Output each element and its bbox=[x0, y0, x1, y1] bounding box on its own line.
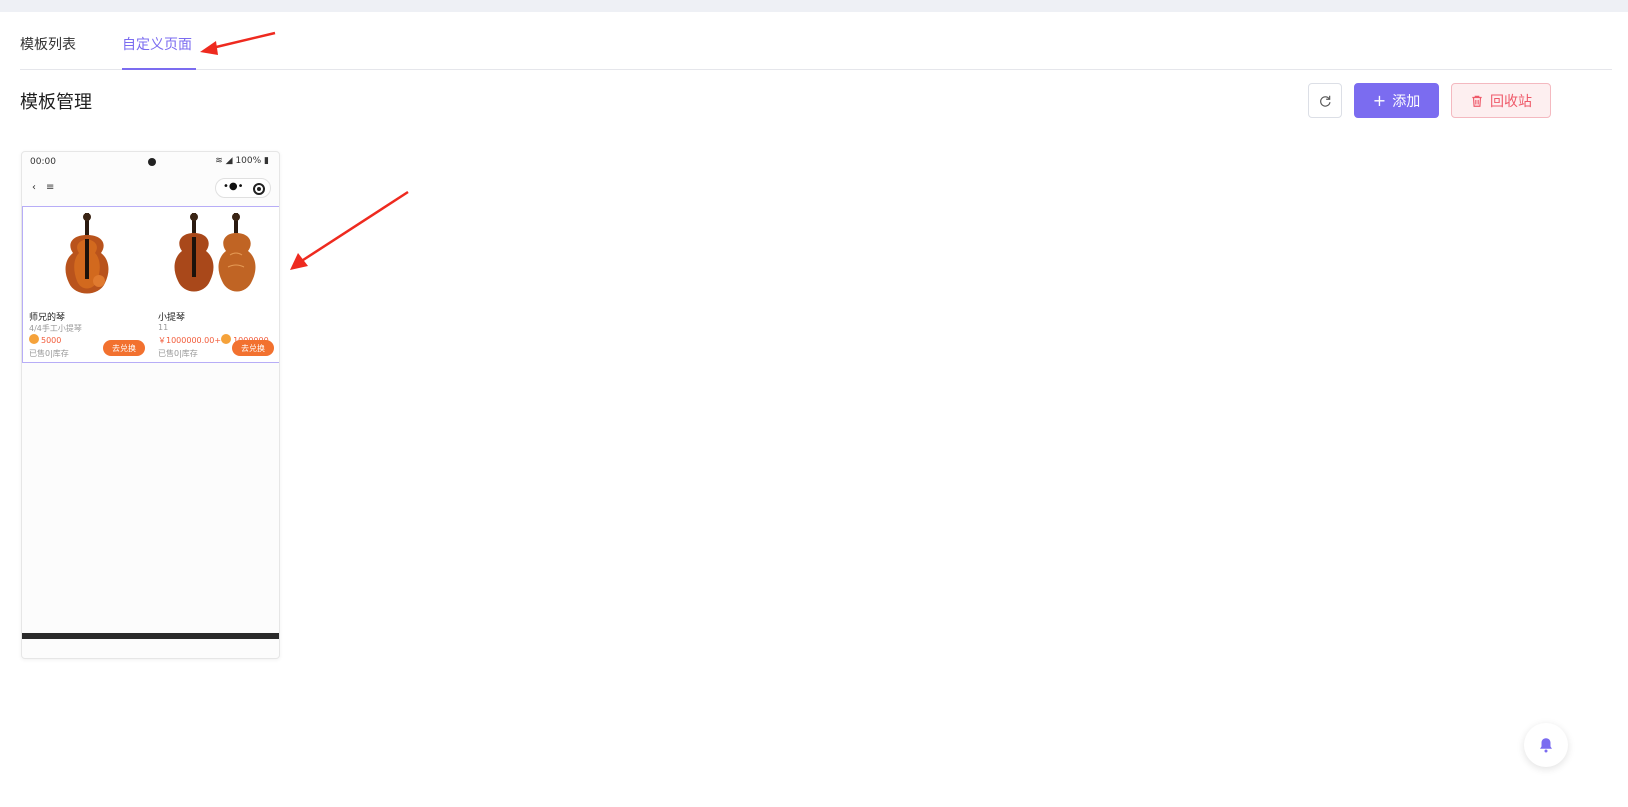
trash-icon bbox=[1472, 95, 1482, 107]
recycle-bin-label: 回收站 bbox=[1490, 93, 1532, 110]
signal-icon: ◢ bbox=[225, 156, 233, 166]
refresh-icon bbox=[1320, 95, 1331, 107]
price-value: ￥1000000.00+ bbox=[158, 336, 222, 345]
more-dots-icon[interactable]: •●• bbox=[223, 181, 244, 192]
violin-pair-image bbox=[174, 213, 256, 292]
camera-dot bbox=[148, 158, 156, 166]
battery-percentage: 100% bbox=[235, 156, 262, 166]
goods-subtitle: 4/4手工小提琴 bbox=[29, 324, 82, 333]
arrow-line bbox=[299, 190, 409, 264]
goods-name: 师兄的琴 bbox=[29, 313, 66, 323]
coin-icon bbox=[29, 334, 39, 344]
exchange-button[interactable]: 去兑换 bbox=[232, 340, 274, 356]
goods-item[interactable]: 小提琴 11 ￥1000000.00+1000000 已售0|库存 去兑换 bbox=[152, 207, 279, 362]
goods-list: 师兄的琴 4/4手工小提琴 5000 已售0|库存 去兑换 小提琴 11 ￥10… bbox=[22, 206, 279, 363]
menu-icon[interactable]: ≡ bbox=[46, 182, 54, 193]
tab-template-list[interactable]: 模板列表 bbox=[20, 34, 76, 54]
wifi-icon: ≋ bbox=[215, 156, 223, 166]
goods-stock: 已售0|库存 bbox=[29, 349, 69, 358]
top-strip bbox=[0, 0, 1628, 12]
exchange-button[interactable]: 去兑换 bbox=[103, 340, 145, 356]
refresh-button[interactable] bbox=[1308, 83, 1342, 118]
template-preview-card[interactable]: 00:00 ≋ ◢ 100% ▮ ‹ ≡ •●• 师兄的琴 4/4手工小提琴 5… bbox=[21, 151, 280, 659]
status-right: ≋ ◢ 100% ▮ bbox=[215, 156, 269, 166]
battery-icon: ▮ bbox=[264, 156, 269, 166]
page-title: 模板管理 bbox=[20, 92, 92, 113]
close-circle-icon[interactable] bbox=[253, 183, 265, 195]
phone-home-bar bbox=[22, 633, 279, 639]
goods-subtitle: 11 bbox=[158, 323, 169, 332]
arrow-head bbox=[290, 253, 308, 270]
status-time: 00:00 bbox=[30, 157, 56, 167]
goods-name: 小提琴 bbox=[158, 313, 186, 323]
recycle-bin-button[interactable]: 回收站 bbox=[1451, 83, 1551, 118]
price-value: 5000 bbox=[41, 336, 62, 345]
notification-button[interactable] bbox=[1524, 723, 1568, 767]
phone-status-bar: 00:00 ≋ ◢ 100% ▮ bbox=[22, 152, 279, 172]
add-button[interactable]: + 添加 bbox=[1354, 83, 1439, 118]
plus-icon: + bbox=[1372, 90, 1387, 110]
goods-stock: 已售0|库存 bbox=[158, 349, 198, 358]
phone-nav-bar: ‹ ≡ •●• bbox=[22, 176, 279, 202]
miniapp-capsule[interactable]: •●• bbox=[215, 178, 271, 198]
back-icon[interactable]: ‹ bbox=[32, 182, 36, 193]
add-button-label: 添加 bbox=[1392, 93, 1421, 110]
violin-image bbox=[65, 213, 109, 294]
tab-custom-page[interactable]: 自定义页面 bbox=[122, 34, 192, 54]
tab-bar: 模板列表 自定义页面 bbox=[20, 12, 1612, 70]
goods-price: 5000 bbox=[29, 334, 61, 345]
goods-item[interactable]: 师兄的琴 4/4手工小提琴 5000 已售0|库存 去兑换 bbox=[23, 207, 151, 362]
bell-icon bbox=[1540, 738, 1552, 753]
coin-icon bbox=[221, 334, 232, 344]
active-tab-indicator bbox=[122, 68, 196, 70]
